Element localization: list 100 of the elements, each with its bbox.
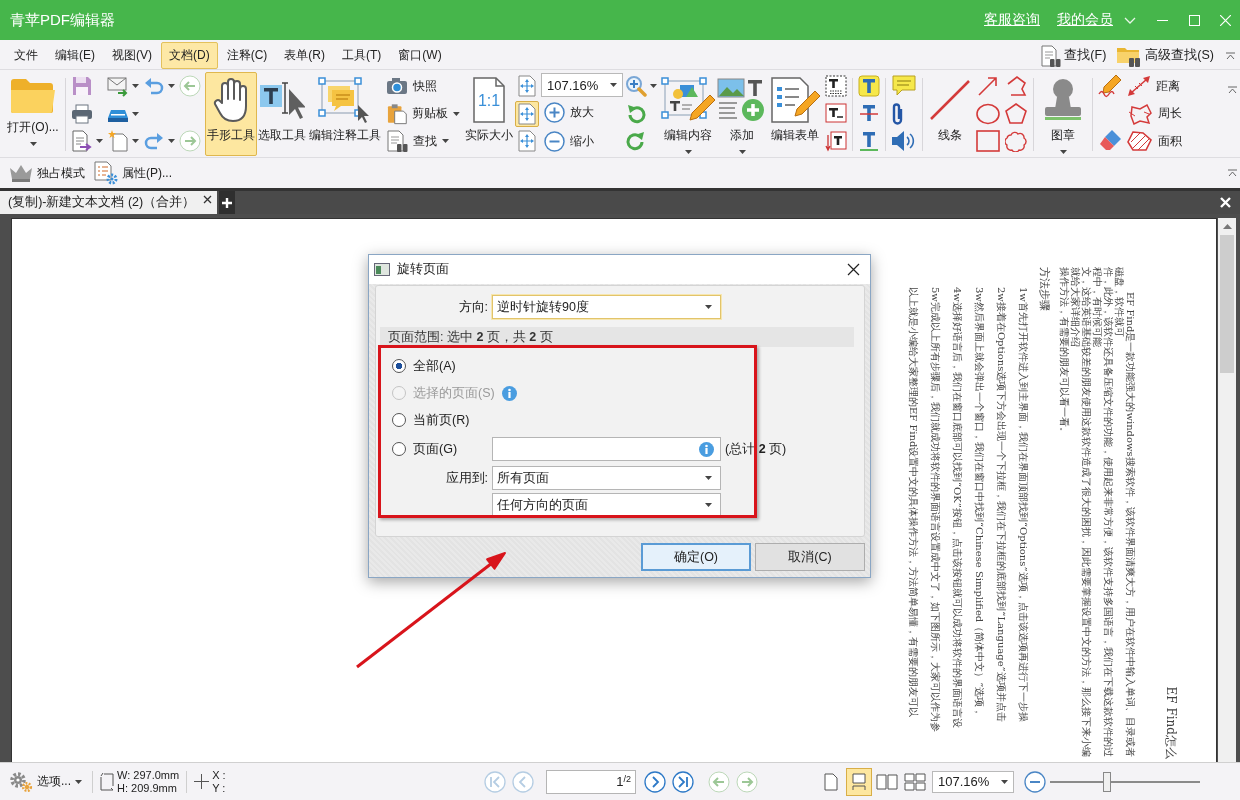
rectangle-tool-button[interactable]: [974, 128, 1002, 154]
menu-item[interactable]: 注释(C): [218, 42, 276, 69]
orientation-dropdown[interactable]: 任何方向的页面: [492, 493, 721, 517]
document-tab[interactable]: (复制)-新建文本文档 (2)（合并）: [0, 191, 218, 214]
speech-bubble-icon: [891, 75, 917, 97]
menu-item[interactable]: 表单(R): [276, 42, 333, 69]
hatched-area-icon: [1127, 130, 1153, 152]
page-range-field[interactable]: [492, 437, 721, 461]
menu-item[interactable]: 编辑(E): [47, 42, 103, 69]
caret-icon: [168, 139, 175, 143]
options-button[interactable]: 选项...: [6, 768, 85, 795]
view-mode-button[interactable]: [846, 767, 872, 796]
radio-button[interactable]: [392, 442, 406, 456]
page-size-icon: [100, 772, 114, 791]
menu-item[interactable]: 文件: [6, 42, 46, 69]
speaker-icon: [891, 130, 915, 152]
forward-button[interactable]: [177, 128, 203, 154]
find-button[interactable]: 查找(F): [1037, 42, 1111, 69]
measure-button[interactable]: 周长: [1124, 100, 1190, 127]
paragraph-line: EF Find是一款功能强大的windows搜索软件，该软件界面清爽大方，用户在软件中输入单词、目录或者磁盘，软件就可: [1114, 267, 1136, 759]
page-total-text: (总计 2 页): [725, 440, 788, 458]
scroll-up-icon[interactable]: [1222, 224, 1232, 229]
tool-button[interactable]: 选取工具: [257, 72, 307, 156]
caret-icon: [75, 779, 82, 784]
measure-button[interactable]: 距离: [1124, 73, 1190, 99]
text-field-button[interactable]: [823, 73, 849, 99]
continuous-page-icon: [851, 772, 867, 791]
new-tab-button[interactable]: [219, 191, 236, 214]
cloud-icon: [1005, 130, 1027, 152]
tool-button[interactable]: 编辑注释工具: [307, 72, 383, 156]
app-title: 青苹PDF编辑器: [10, 10, 115, 30]
first-page-icon: [484, 770, 506, 793]
vertical-scrollbar[interactable]: [1218, 218, 1236, 762]
radio-button[interactable]: [392, 359, 406, 373]
dialog-button[interactable]: 取消(C): [755, 543, 865, 571]
fit-mode-button[interactable]: [515, 128, 539, 154]
scrollbar-thumb[interactable]: [1220, 235, 1234, 373]
collapse-icon[interactable]: [1228, 169, 1237, 177]
fit-mode-button[interactable]: [515, 73, 539, 99]
open-button[interactable]: 打开(O)...: [4, 72, 62, 156]
text-box-icon: [825, 102, 847, 125]
circle-icon: [976, 102, 1000, 125]
paragraph-line: 文，这给英语基础较差的朋友使用这款软件造成了很大的困扰，因此需要掌握设置中文的方法，那么接下来小编就给大家详细介绍: [1070, 267, 1092, 759]
ribbon-button[interactable]: 编辑表单: [767, 72, 823, 156]
stamp-button[interactable]: 图章: [1037, 72, 1089, 156]
magnifier-plus-icon: [625, 75, 647, 97]
close-icon[interactable]: [203, 195, 213, 204]
pencil-tool-button[interactable]: [1096, 73, 1124, 99]
highlight-text-button[interactable]: [856, 73, 882, 99]
back-button[interactable]: [177, 73, 203, 99]
zoom-in-button[interactable]: 放大: [541, 99, 623, 126]
measure-button[interactable]: 面积: [1124, 128, 1190, 154]
collapse-icon[interactable]: [1226, 51, 1235, 60]
gears-icon: [9, 770, 33, 793]
step-text: 5w完成以上所有步骤后，我们就成功将软件的界面语言设置成中文了，如下图所示，大家可以作为参: [929, 286, 941, 734]
menu-item[interactable]: 窗口(W): [390, 42, 450, 69]
menu-item[interactable]: 视图(V): [104, 42, 160, 69]
properties-button[interactable]: 属性(P)...: [91, 160, 175, 186]
zoom-out-button[interactable]: 缩小: [541, 128, 623, 154]
apply-to-dropdown[interactable]: 所有页面: [492, 466, 721, 490]
menu-item[interactable]: 工具(T): [334, 42, 390, 69]
radio-label: 选择的页面(S): [413, 384, 495, 402]
zoom-tool-button[interactable]: [623, 73, 659, 99]
underlined-text-icon: [858, 130, 880, 152]
ribbon-button[interactable]: 查找: [383, 128, 463, 154]
menu-item[interactable]: 文档(D): [161, 42, 218, 69]
zoom-dropdown[interactable]: 107.16%: [932, 770, 1014, 793]
export-button[interactable]: [69, 128, 105, 154]
ribbon-button[interactable]: 快照: [383, 73, 463, 99]
history-back-button[interactable]: [706, 768, 732, 795]
step-text: 4w选择好语言后，我们在窗口底部可以找到“OK”按钮，点击该按钮就可以成功将软件的界面语言设: [951, 286, 963, 730]
polygon-tool-button[interactable]: [1003, 100, 1029, 127]
page-nav-button[interactable]: [642, 768, 668, 795]
close-icon: [846, 263, 860, 276]
ribbon-button[interactable]: 添加: [717, 72, 767, 156]
rotate-right-icon: [625, 130, 647, 152]
ribbon-button[interactable]: 编辑内容: [659, 72, 717, 156]
minus-circle-icon: [544, 130, 565, 152]
zoom-slider-thumb[interactable]: [1103, 771, 1111, 792]
page-nav-button[interactable]: [670, 768, 696, 795]
exclusive-mode-button[interactable]: 独占模式: [6, 160, 88, 186]
printer-icon: [71, 102, 93, 125]
collapse-icon[interactable]: [1228, 86, 1237, 94]
radio-button[interactable]: [392, 413, 406, 427]
plus-circle-icon: [544, 102, 565, 123]
advanced-find-button[interactable]: 高级查找(S): [1112, 42, 1218, 69]
ribbon-button[interactable]: 剪贴板: [383, 100, 463, 127]
fit-mode-button[interactable]: [515, 100, 539, 127]
line-tool-button[interactable]: 线条: [926, 72, 974, 156]
direction-dropdown[interactable]: 逆时针旋转90度: [492, 295, 721, 319]
zoom-out-button[interactable]: [1022, 768, 1048, 795]
actual-size-button[interactable]: 1:1 实际大小: [463, 72, 515, 156]
paperclip-icon: [891, 101, 905, 126]
dialog-button[interactable]: 确定(O): [641, 543, 751, 571]
tool-button[interactable]: 手形工具: [205, 72, 257, 156]
field-label: 方向:: [457, 298, 488, 316]
history-forward-button[interactable]: [734, 768, 760, 795]
crown-icon: [9, 163, 33, 183]
zoom-dropdown[interactable]: 107.16%: [541, 73, 623, 97]
text-box-arrow-icon: [825, 130, 847, 152]
